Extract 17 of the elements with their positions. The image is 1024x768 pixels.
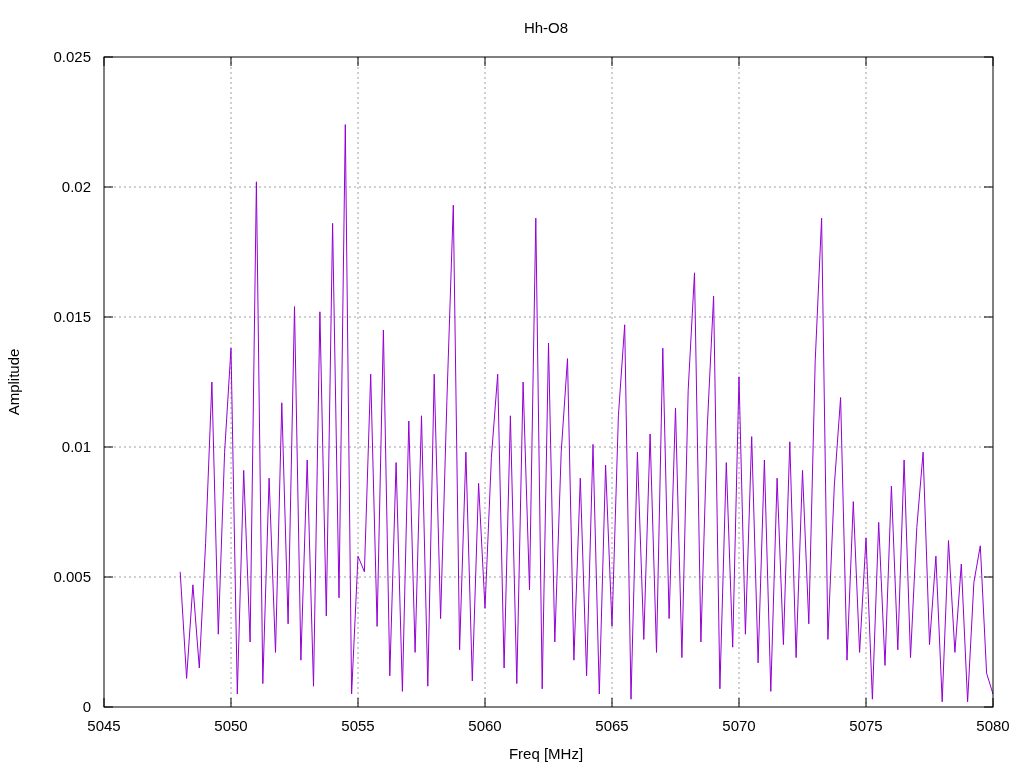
y-tick-label: 0 <box>82 698 91 715</box>
y-tick-label: 0.015 <box>53 308 91 325</box>
x-tick-label: 5070 <box>722 717 756 734</box>
x-tick-label: 5045 <box>87 717 121 734</box>
x-tick-label: 5065 <box>595 717 629 734</box>
x-axis-label: Freq [MHz] <box>508 745 584 762</box>
y-tick-label: 0.005 <box>53 568 91 585</box>
y-tick-label: 0.025 <box>53 48 91 65</box>
chart-title: Hh-O8 <box>523 19 569 36</box>
x-tick-label: 5055 <box>341 717 375 734</box>
x-tick-label: 5050 <box>214 717 248 734</box>
y-axis-label: Amplitude <box>5 348 22 416</box>
x-tick-label: 5060 <box>468 717 502 734</box>
y-tick-label: 0.02 <box>61 178 91 195</box>
x-tick-label: 5075 <box>849 717 883 734</box>
y-tick-label: 0.01 <box>61 438 91 455</box>
x-tick-label: 5080 <box>976 717 1010 734</box>
